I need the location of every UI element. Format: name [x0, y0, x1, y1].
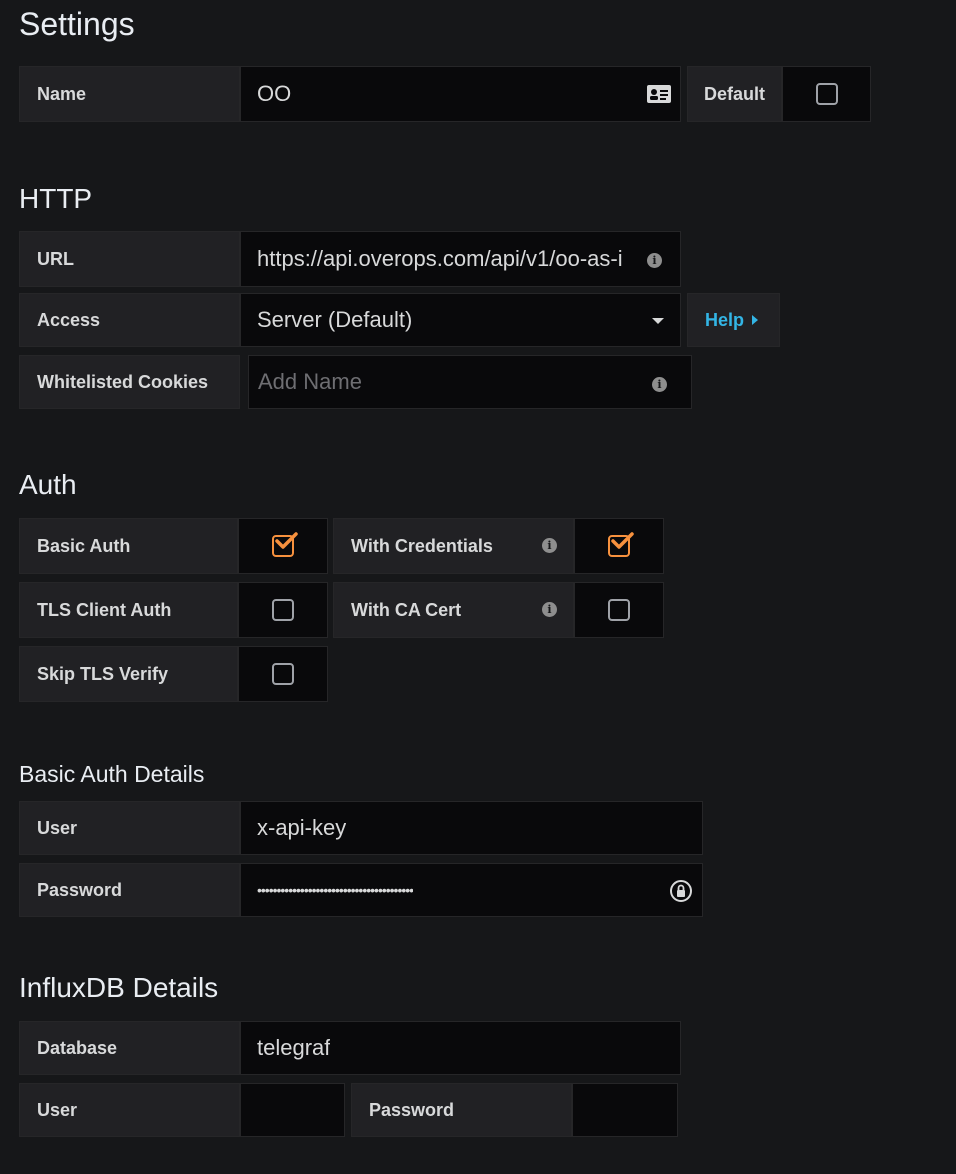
auth-title: Auth	[19, 469, 77, 500]
influx-user-label: User	[19, 1083, 240, 1137]
name-value: OO	[257, 81, 292, 106]
skip-tls-label-text: Skip TLS Verify	[37, 663, 169, 684]
url-value: https://api.overops.com/api/v1/oo-as-i	[257, 246, 623, 271]
caret-down-icon	[652, 318, 664, 324]
basic-auth-checkbox-cell[interactable]	[238, 518, 328, 574]
default-label-text: Default	[704, 83, 766, 104]
access-label-text: Access	[37, 309, 101, 330]
skip-tls-verify-checkbox[interactable]	[272, 663, 294, 685]
database-label-text: Database	[37, 1037, 118, 1058]
default-checkbox[interactable]	[815, 83, 838, 105]
basic-auth-user-label: User	[19, 801, 240, 855]
database-value: telegraf	[257, 1035, 331, 1060]
tls-client-auth-checkbox[interactable]	[272, 599, 294, 621]
checkmark-icon	[275, 532, 298, 549]
influx-password-label: Password	[351, 1083, 572, 1137]
cookies-input[interactable]: Add Name i	[248, 355, 692, 409]
basic-auth-label: Basic Auth	[19, 518, 238, 574]
basic-auth-label-text: Basic Auth	[37, 535, 131, 556]
default-checkbox-cell[interactable]	[782, 66, 871, 122]
access-value: Server (Default)	[257, 307, 413, 332]
basic-auth-password-value: ••••••••••••••••••••••••••••••••••••••••	[257, 882, 414, 898]
url-label-text: URL	[37, 248, 74, 269]
lock-icon	[669, 879, 693, 906]
basic-auth-password-label: Password	[19, 863, 240, 917]
help-button[interactable]: Help	[687, 293, 780, 347]
url-input[interactable]: https://api.overops.com/api/v1/oo-as-i i	[240, 231, 681, 287]
http-title: HTTP	[19, 183, 93, 214]
name-label: Name	[19, 66, 240, 122]
basic-auth-password-label-text: Password	[37, 879, 123, 900]
caret-right-icon	[752, 315, 759, 325]
basic-auth-checkbox[interactable]	[272, 532, 298, 557]
with-credentials-label: With Credentials i	[333, 518, 574, 574]
name-input[interactable]: OO	[240, 66, 681, 122]
with-ca-cert-label-text: With CA Cert	[351, 599, 462, 620]
tls-client-auth-label-text: TLS Client Auth	[37, 599, 172, 620]
basic-auth-details-title: Basic Auth Details	[19, 761, 205, 787]
skip-tls-verify-label: Skip TLS Verify	[19, 646, 238, 702]
name-label-text: Name	[37, 83, 87, 104]
influx-user-label-text: User	[37, 1099, 78, 1120]
basic-auth-password-input[interactable]: ••••••••••••••••••••••••••••••••••••••••	[240, 863, 703, 917]
with-ca-cert-checkbox[interactable]	[608, 599, 630, 621]
help-label: Help	[705, 309, 745, 330]
with-ca-cert-checkbox-cell[interactable]	[574, 582, 664, 638]
default-label: Default	[687, 66, 782, 122]
access-label: Access	[19, 293, 240, 347]
info-icon: i	[647, 253, 662, 268]
info-icon: i	[652, 377, 667, 392]
influx-password-label-text: Password	[369, 1099, 455, 1120]
basic-auth-user-label-text: User	[37, 817, 78, 838]
info-icon: i	[542, 538, 557, 553]
influx-password-input[interactable]	[572, 1083, 678, 1137]
influx-user-input[interactable]	[240, 1083, 345, 1137]
url-label: URL	[19, 231, 240, 287]
cookies-placeholder: Add Name	[258, 369, 362, 394]
influxdb-details-title: InfluxDB Details	[19, 972, 219, 1003]
database-input[interactable]: telegraf	[240, 1021, 681, 1075]
with-ca-cert-label: With CA Cert i	[333, 582, 574, 638]
database-label: Database	[19, 1021, 240, 1075]
settings-title: Settings	[19, 6, 135, 42]
whitelisted-cookies-label: Whitelisted Cookies	[19, 355, 240, 409]
checkmark-icon	[611, 532, 634, 549]
skip-tls-verify-checkbox-cell[interactable]	[238, 646, 328, 702]
cookies-label-text: Whitelisted Cookies	[37, 371, 209, 392]
tls-client-auth-checkbox-cell[interactable]	[238, 582, 328, 638]
basic-auth-user-input[interactable]: x-api-key	[240, 801, 703, 855]
basic-auth-user-value: x-api-key	[257, 815, 347, 840]
tls-client-auth-label: TLS Client Auth	[19, 582, 238, 638]
access-select[interactable]: Server (Default)	[240, 293, 681, 347]
info-icon: i	[542, 602, 557, 617]
id-card-icon	[646, 84, 672, 110]
with-credentials-label-text: With Credentials	[351, 535, 493, 556]
with-credentials-checkbox[interactable]	[608, 532, 634, 557]
with-credentials-checkbox-cell[interactable]	[574, 518, 664, 574]
